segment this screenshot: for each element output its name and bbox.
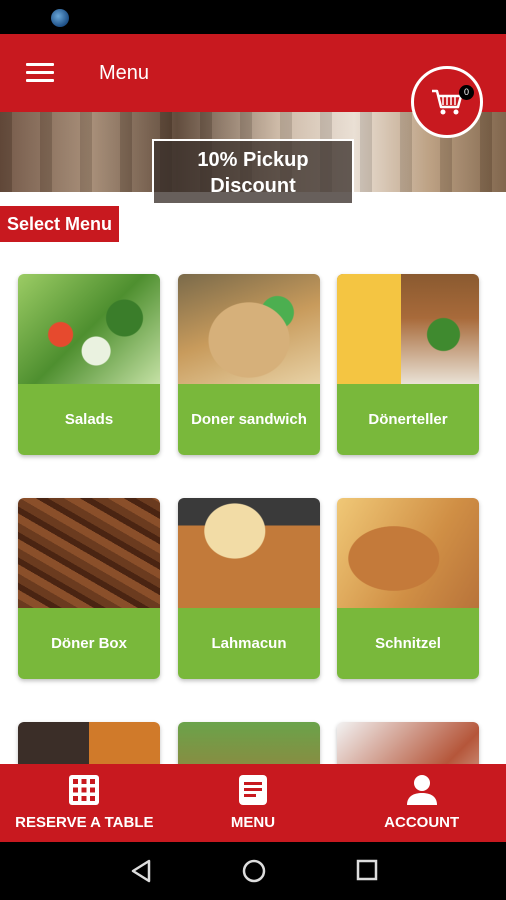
menu-nav-label: MENU — [230, 814, 276, 831]
doner-sandwich-photo — [178, 274, 320, 384]
category-card-doner-sandwich[interactable]: Doner sandwich — [178, 274, 320, 455]
person-icon — [406, 775, 437, 805]
discount-banner[interactable]: 10% Pickup Discount — [152, 139, 354, 205]
category-label: Dönerteller — [337, 384, 479, 455]
category-card-donerteller[interactable]: Dönerteller — [337, 274, 479, 455]
cart-count-badge: 0 — [459, 85, 474, 100]
category-label: Döner Box — [18, 608, 160, 679]
back-icon[interactable] — [130, 859, 152, 883]
account-label: ACCOUNT — [384, 814, 460, 831]
recents-icon[interactable] — [356, 859, 378, 881]
reserve-table-label: RESERVE A TABLE — [15, 814, 154, 831]
page-title: Menu — [99, 62, 150, 84]
category-label: Doner sandwich — [178, 384, 320, 455]
doner-box-photo — [18, 498, 160, 608]
bottom-navigation: RESERVE A TABLE MENU ACCOUNT — [0, 764, 506, 842]
status-bar — [0, 0, 506, 34]
grid-table-icon — [69, 775, 100, 805]
salads-photo — [18, 274, 160, 384]
category-label: Salads — [18, 384, 160, 455]
category-card-salads[interactable]: Salads — [18, 274, 160, 455]
section-title: Select Menu — [0, 206, 120, 242]
cart-button[interactable]: 0 — [411, 66, 483, 138]
donerteller-photo — [337, 274, 479, 384]
menu-nav-button[interactable]: MENU — [169, 764, 338, 842]
menu-document-icon — [239, 775, 267, 805]
system-navigation-bar — [0, 842, 506, 900]
category-card-schnitzel[interactable]: Schnitzel — [337, 498, 479, 679]
category-card-lahmacun[interactable]: Lahmacun — [178, 498, 320, 679]
category-label: Lahmacun — [178, 608, 320, 679]
notification-icon — [51, 9, 69, 27]
lahmacun-photo — [178, 498, 320, 608]
reserve-table-button[interactable]: RESERVE A TABLE — [0, 764, 169, 842]
discount-line-1: 10% Pickup — [197, 149, 309, 171]
discount-line-2: Discount — [210, 175, 296, 197]
schnitzel-photo — [337, 498, 479, 608]
account-button[interactable]: ACCOUNT — [337, 764, 506, 842]
hamburger-menu-icon[interactable] — [26, 63, 54, 83]
category-card-doner-box[interactable]: Döner Box — [18, 498, 160, 679]
home-icon[interactable] — [242, 859, 266, 883]
category-label: Schnitzel — [337, 608, 479, 679]
